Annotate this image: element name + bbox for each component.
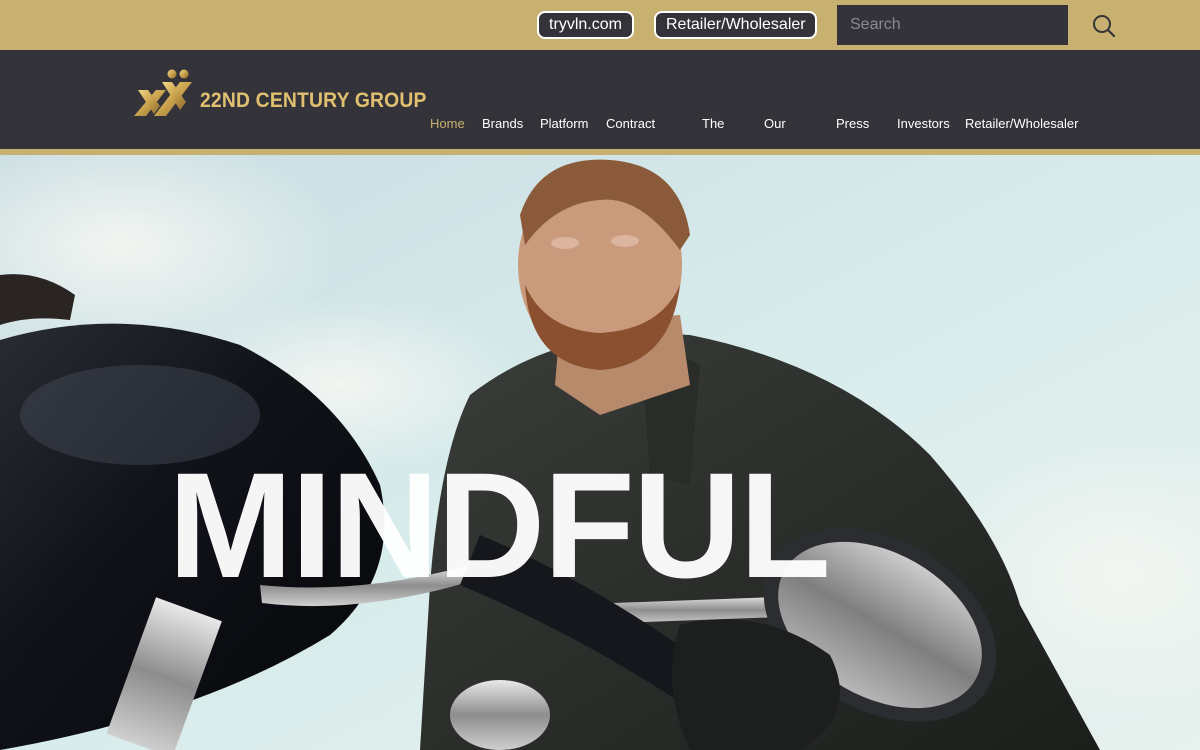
nav-platform[interactable]: Platform <box>540 116 588 131</box>
nav-retailer-wholesaler[interactable]: Retailer/Wholesaler <box>965 116 1078 131</box>
retailer-wholesaler-link[interactable]: Retailer/Wholesaler <box>654 11 817 39</box>
nav-our[interactable]: Our <box>764 116 786 131</box>
top-utility-bar: tryvln.com Retailer/Wholesaler <box>0 0 1200 50</box>
nav-investors[interactable]: Investors <box>897 116 950 131</box>
hero-banner: MINDFUL <box>0 155 1200 750</box>
company-logo[interactable]: 22ND CENTURY GROUP <box>132 68 426 120</box>
hero-headline: MINDFUL <box>168 441 831 609</box>
nav-press[interactable]: Press <box>836 116 869 131</box>
search-icon[interactable] <box>1090 12 1118 40</box>
logo-wordmark: 22ND CENTURY GROUP <box>200 89 427 112</box>
tryvln-link[interactable]: tryvln.com <box>537 11 634 39</box>
nav-the[interactable]: The <box>702 116 724 131</box>
logo-mark-icon <box>134 69 192 116</box>
nav-home[interactable]: Home <box>430 116 465 131</box>
search-input[interactable] <box>837 5 1068 45</box>
nav-contract[interactable]: Contract <box>606 116 655 131</box>
nav-brands[interactable]: Brands <box>482 116 523 131</box>
